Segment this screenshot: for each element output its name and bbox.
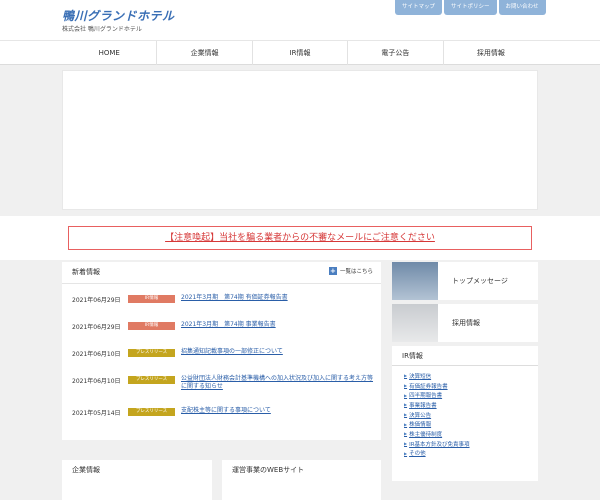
site-logo[interactable]: 鴨川グランドホテル (62, 7, 175, 24)
arrow-icon: ▶ (404, 402, 408, 408)
ir-link[interactable]: ▶ その他 (404, 449, 470, 459)
ir-link[interactable]: ▶ 決算短信 (404, 371, 470, 381)
ir-link[interactable]: ▶ 有価証券報告書 (404, 381, 470, 391)
company-info-title: 企業情報 (72, 466, 100, 474)
top-message-label: トップメッセージ (452, 277, 508, 285)
ir-link[interactable]: ▶ IR基本方針及び免責事項 (404, 439, 470, 449)
recruit-label: 採用情報 (452, 319, 480, 327)
ir-link-label: 決算短信 (409, 373, 432, 380)
websites-title: 運営事業のWEBサイト (232, 466, 305, 474)
news-all-link[interactable]: + 一覧はこちら (328, 267, 373, 275)
websites-panel: 運営事業のWEBサイト (222, 460, 381, 500)
top-message-card[interactable]: トップメッセージ (392, 262, 538, 300)
category-badge: プレスリリース (128, 349, 175, 357)
ir-link-label: 株価情報 (409, 422, 432, 429)
arrow-icon: ▶ (404, 450, 408, 456)
news-link[interactable]: 招集通知記載事項の一部修正について (181, 348, 377, 356)
company-name: 株式会社 鴨川グランドホテル (62, 26, 142, 33)
site-header: 鴨川グランドホテル 株式会社 鴨川グランドホテル サイトマップ サイトポリシー … (0, 0, 600, 40)
ir-link-label: 事業報告書 (409, 402, 437, 409)
nav-e-notice[interactable]: 電子公告 (347, 41, 442, 65)
news-link[interactable]: 2021年3月期 第74期 事業報告書 (181, 321, 377, 329)
hero-banner (62, 70, 538, 210)
nav-ir[interactable]: IR情報 (251, 41, 347, 65)
ir-box: IR情報 ▶ 決算短信 ▶ 有価証券報告書 ▶ 四半期報告書 ▶ 事業報告書 ▶ 決算公告… (392, 346, 538, 481)
notice-section: 【注意喚起】当社を騙る業者からの不審なメールにご注意ください (0, 216, 600, 260)
news-date: 2021年05月14日 (72, 410, 121, 417)
arrow-icon: ▶ (404, 421, 408, 427)
news-item: 2021年06月10日 プレスリリース 招集通知記載事項の一部修正について (72, 346, 377, 373)
arrow-icon: ▶ (404, 431, 408, 437)
global-nav: HOME 企業情報 IR情報 電子公告 採用情報 (0, 40, 600, 65)
arrow-icon: ▶ (404, 383, 408, 389)
ir-link-label: 有価証券報告書 (409, 383, 448, 390)
ir-link[interactable]: ▶ 株価情報 (404, 419, 470, 429)
category-badge: プレスリリース (128, 408, 175, 416)
site-policy-link[interactable]: サイトポリシー (444, 0, 497, 15)
news-item: 2021年06月10日 プレスリリース 公益財団法人財務会計基準機構への加入状況… (72, 373, 377, 405)
news-title: 新着情報 (72, 268, 100, 276)
nav-company[interactable]: 企業情報 (156, 41, 251, 65)
phishing-notice-link[interactable]: 【注意喚起】当社を騙る業者からの不審なメールにご注意ください (68, 226, 532, 250)
staff-photo (392, 304, 438, 342)
nav-home[interactable]: HOME (62, 41, 156, 65)
news-all-label: 一覧はこちら (339, 269, 373, 275)
news-link[interactable]: 公益財団法人財務会計基準機構への加入状況及び加入に関する考え方等に関する知らせ (181, 375, 377, 391)
utility-nav: サイトマップ サイトポリシー お問い合わせ (395, 0, 546, 15)
ir-link-list: ▶ 決算短信 ▶ 有価証券報告書 ▶ 四半期報告書 ▶ 事業報告書 ▶ 決算公告 ▶ 株価情… (404, 371, 470, 458)
president-photo (392, 262, 438, 300)
news-date: 2021年06月29日 (72, 324, 121, 331)
recruit-card[interactable]: 採用情報 (392, 304, 538, 342)
news-panel: 新着情報 + 一覧はこちら 2021年06月29日 IR情報 2021年3月期 … (62, 262, 381, 440)
contact-link[interactable]: お問い合わせ (498, 0, 546, 15)
arrow-icon: ▶ (404, 441, 408, 447)
news-link[interactable]: 支配株主等に関する事項について (181, 407, 377, 415)
news-link[interactable]: 2021年3月期 第74期 有価証券報告書 (181, 294, 377, 302)
news-date: 2021年06月29日 (72, 297, 121, 304)
news-item: 2021年05月14日 プレスリリース 支配株主等に関する事項について (72, 405, 377, 432)
arrow-icon: ▶ (404, 412, 408, 418)
ir-title: IR情報 (392, 346, 538, 366)
category-badge: IR情報 (128, 322, 175, 330)
nav-recruit[interactable]: 採用情報 (442, 41, 538, 65)
ir-link-label: 四半期報告書 (409, 393, 443, 400)
ir-link-label: その他 (409, 451, 426, 458)
sitemap-link[interactable]: サイトマップ (395, 0, 443, 15)
divider (62, 283, 381, 284)
ir-link[interactable]: ▶ 決算公告 (404, 410, 470, 420)
ir-link[interactable]: ▶ 株主優待制度 (404, 429, 470, 439)
news-list: 2021年06月29日 IR情報 2021年3月期 第74期 有価証券報告書 2… (72, 292, 377, 432)
ir-link-label: IR基本方針及び免責事項 (409, 441, 470, 448)
sidebar: トップメッセージ 採用情報 IR情報 ▶ 決算短信 ▶ 有価証券報告書 ▶ 四半期報告… (392, 262, 538, 481)
news-date: 2021年06月10日 (72, 351, 121, 358)
arrow-icon: ▶ (404, 373, 408, 379)
ir-link-label: 決算公告 (409, 412, 432, 419)
ir-link-label: 株主優待制度 (409, 431, 443, 438)
news-date: 2021年06月10日 (72, 378, 121, 385)
category-badge: プレスリリース (128, 376, 175, 384)
ir-link[interactable]: ▶ 四半期報告書 (404, 390, 470, 400)
plus-icon: + (328, 267, 337, 275)
news-item: 2021年06月29日 IR情報 2021年3月期 第74期 事業報告書 (72, 319, 377, 346)
ir-link[interactable]: ▶ 事業報告書 (404, 400, 470, 410)
news-item: 2021年06月29日 IR情報 2021年3月期 第74期 有価証券報告書 (72, 292, 377, 319)
company-info-panel: 企業情報 (62, 460, 212, 500)
category-badge: IR情報 (128, 295, 175, 303)
arrow-icon: ▶ (404, 392, 408, 398)
